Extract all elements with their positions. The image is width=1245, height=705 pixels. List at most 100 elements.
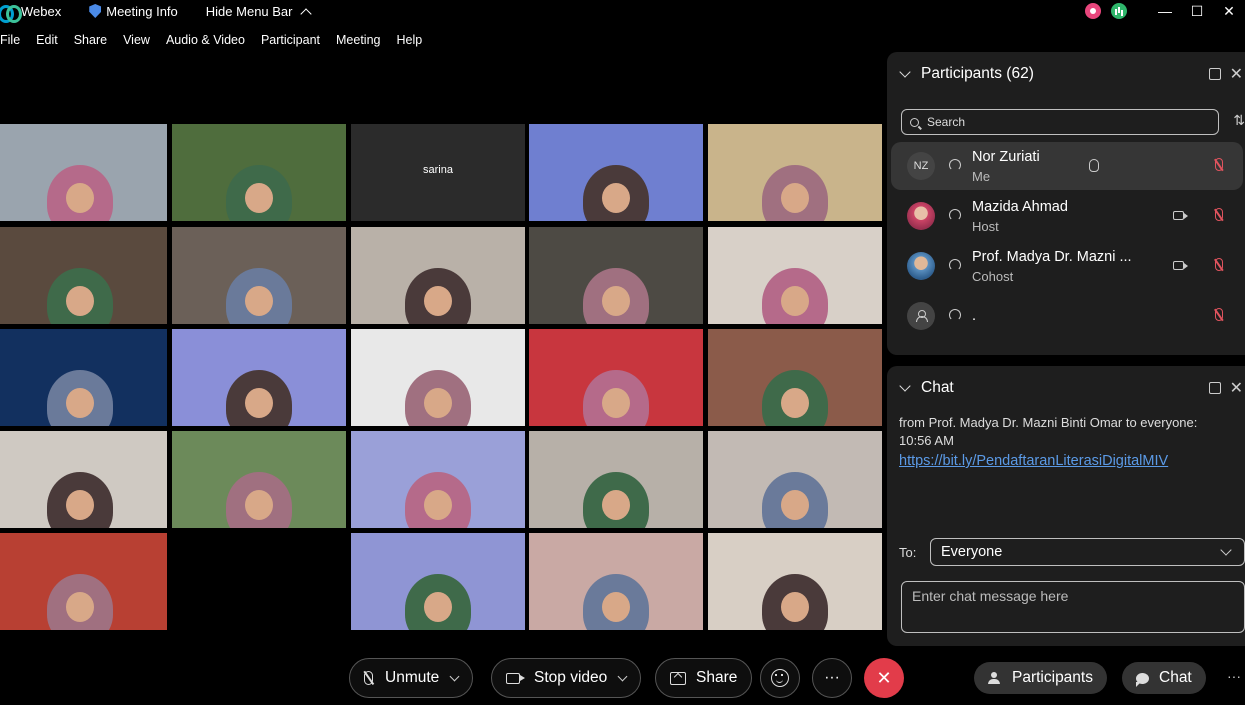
video-tile[interactable] bbox=[0, 124, 167, 221]
menu-help[interactable]: Help bbox=[396, 33, 422, 47]
unmute-label: Unmute bbox=[385, 669, 440, 686]
network-stats-icon[interactable] bbox=[1111, 3, 1127, 19]
video-tile[interactable] bbox=[708, 124, 882, 221]
mic-muted-icon[interactable] bbox=[1215, 208, 1223, 221]
video-tile[interactable] bbox=[0, 533, 167, 630]
hide-menu-bar-button[interactable]: Hide Menu Bar bbox=[205, 3, 312, 20]
minimize-button[interactable]: — bbox=[1149, 3, 1181, 19]
end-meeting-button[interactable]: ✕ bbox=[864, 658, 904, 698]
video-tile[interactable] bbox=[0, 329, 167, 426]
stop-video-button[interactable]: Stop video bbox=[491, 658, 642, 698]
maximize-button[interactable]: ☐ bbox=[1181, 3, 1213, 20]
video-tile[interactable] bbox=[172, 431, 346, 528]
menu-edit[interactable]: Edit bbox=[36, 33, 58, 47]
share-button[interactable]: Share bbox=[655, 658, 753, 698]
video-tile[interactable] bbox=[351, 329, 525, 426]
reactions-button[interactable] bbox=[760, 658, 800, 698]
share-label: Share bbox=[696, 669, 738, 686]
video-tile[interactable] bbox=[708, 329, 882, 426]
chat-recipient-select[interactable]: Everyone bbox=[930, 538, 1245, 566]
chat-bubble-icon bbox=[1136, 672, 1149, 687]
recording-indicator-icon[interactable] bbox=[1085, 3, 1101, 19]
close-panel-icon[interactable]: ✕ bbox=[1230, 378, 1243, 398]
menu-share[interactable]: Share bbox=[74, 33, 107, 47]
video-tile[interactable] bbox=[351, 533, 525, 630]
people-icon bbox=[988, 672, 1002, 684]
participant-video bbox=[762, 472, 828, 528]
chat-message-time: 10:56 AM bbox=[899, 433, 954, 448]
participant-row[interactable]: . bbox=[891, 292, 1243, 340]
participant-row[interactable]: NZ Nor Zuriati Me bbox=[891, 142, 1243, 190]
video-tile[interactable] bbox=[0, 431, 167, 528]
participant-row[interactable]: Mazida Ahmad Host bbox=[891, 192, 1243, 240]
more-options-right-button[interactable]: ··· bbox=[1227, 668, 1241, 684]
participant-video bbox=[583, 574, 649, 630]
chat-recipient-value: Everyone bbox=[941, 544, 1003, 560]
participant-search-input[interactable]: Search bbox=[901, 109, 1219, 135]
participants-header[interactable]: Participants (62) bbox=[887, 52, 1245, 96]
close-window-button[interactable]: ✕ bbox=[1213, 3, 1245, 20]
video-tile[interactable] bbox=[708, 227, 882, 324]
menu-meeting[interactable]: Meeting bbox=[336, 33, 380, 47]
chevron-down-icon[interactable] bbox=[899, 380, 911, 392]
video-tile[interactable] bbox=[708, 533, 882, 630]
mic-muted-icon[interactable] bbox=[1215, 308, 1223, 321]
participant-video bbox=[47, 472, 113, 528]
chat-message-header: from Prof. Madya Dr. Mazni Binti Omar to… bbox=[899, 414, 1234, 450]
participant-row[interactable]: Prof. Madya Dr. Mazni ... Cohost bbox=[891, 242, 1243, 290]
chat-message-input[interactable]: Enter chat message here bbox=[901, 581, 1245, 633]
smiley-icon bbox=[771, 669, 789, 687]
meeting-info-button[interactable]: Meeting Info bbox=[89, 4, 178, 19]
search-icon bbox=[910, 117, 919, 127]
close-panel-icon[interactable]: ✕ bbox=[1230, 64, 1243, 84]
hide-menu-bar-label: Hide Menu Bar bbox=[205, 3, 293, 19]
video-tile[interactable] bbox=[529, 227, 703, 324]
chevron-down-icon[interactable] bbox=[617, 671, 628, 681]
video-tile[interactable] bbox=[351, 431, 525, 528]
chat-message-link[interactable]: https://bit.ly/PendaftaranLiterasiDigita… bbox=[899, 453, 1168, 469]
mic-muted-icon[interactable] bbox=[1215, 158, 1223, 171]
chevron-down-icon[interactable] bbox=[899, 66, 911, 78]
video-tile[interactable] bbox=[172, 533, 346, 630]
chat-label: Chat bbox=[1159, 669, 1192, 686]
video-tile[interactable] bbox=[708, 431, 882, 528]
menu-participant[interactable]: Participant bbox=[261, 33, 320, 47]
participant-name-label: sarina bbox=[423, 164, 453, 176]
video-tile[interactable] bbox=[351, 227, 525, 324]
menu-file[interactable]: File bbox=[0, 33, 20, 47]
video-tile[interactable] bbox=[529, 329, 703, 426]
video-tile[interactable] bbox=[529, 124, 703, 221]
more-options-button[interactable]: ··· bbox=[812, 658, 852, 698]
video-tile[interactable] bbox=[529, 533, 703, 630]
popout-icon[interactable] bbox=[1209, 68, 1221, 80]
participant-video bbox=[583, 370, 649, 426]
headset-icon bbox=[949, 159, 961, 171]
chat-message-sender: from Prof. Madya Dr. Mazni Binti Omar to… bbox=[899, 415, 1198, 430]
chat-header[interactable]: Chat bbox=[887, 366, 1245, 410]
menu-audio-video[interactable]: Audio & Video bbox=[166, 33, 245, 47]
video-tile[interactable] bbox=[172, 329, 346, 426]
chevron-down-icon[interactable] bbox=[449, 671, 460, 681]
avatar: NZ bbox=[907, 152, 935, 180]
video-tile[interactable] bbox=[0, 227, 167, 324]
participant-video bbox=[226, 165, 292, 221]
sort-icon[interactable]: ⇅ bbox=[1233, 112, 1245, 129]
participant-video bbox=[583, 268, 649, 324]
popout-icon[interactable] bbox=[1209, 382, 1221, 394]
to-label: To: bbox=[899, 545, 917, 560]
video-tile[interactable] bbox=[529, 431, 703, 528]
unmute-button[interactable]: Unmute bbox=[349, 658, 474, 698]
video-tile[interactable] bbox=[172, 124, 346, 221]
video-tile[interactable]: sarina bbox=[351, 124, 525, 221]
mic-muted-icon[interactable] bbox=[1215, 258, 1223, 271]
participant-video bbox=[405, 268, 471, 324]
chat-button[interactable]: Chat bbox=[1122, 662, 1206, 694]
participant-name: Mazida Ahmad bbox=[972, 199, 1068, 215]
menu-view[interactable]: View bbox=[123, 33, 150, 47]
raise-hand-icon[interactable] bbox=[1089, 159, 1099, 172]
video-grid: sarina bbox=[0, 124, 884, 632]
participant-name: Nor Zuriati bbox=[972, 149, 1040, 165]
video-tile[interactable] bbox=[172, 227, 346, 324]
participants-button[interactable]: Participants bbox=[974, 662, 1107, 694]
video-camera-icon bbox=[1173, 211, 1188, 220]
